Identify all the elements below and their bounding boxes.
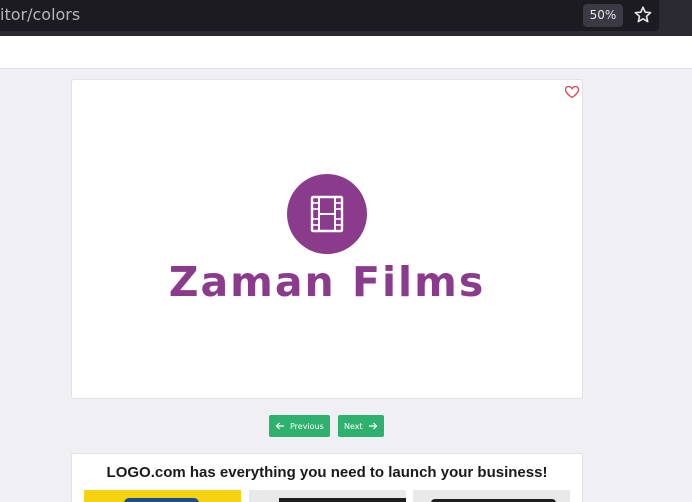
bookmark-star-icon[interactable] xyxy=(633,5,653,25)
next-button[interactable]: Next xyxy=(338,415,384,437)
logo-preview-card: Zaman Films xyxy=(71,79,583,399)
thumbnail-graphic xyxy=(124,498,199,502)
arrow-left-icon xyxy=(275,422,284,430)
promo-thumbnail[interactable] xyxy=(249,490,406,502)
film-strip-icon xyxy=(310,195,344,233)
promo-thumbnail[interactable] xyxy=(84,490,241,502)
zoom-level-badge[interactable]: 50% xyxy=(583,4,623,27)
promo-thumbnail[interactable] xyxy=(413,490,570,502)
address-bar[interactable]: itor/colors 50% xyxy=(0,0,659,31)
next-label: Next xyxy=(344,421,363,431)
previous-button[interactable]: Previous xyxy=(269,415,330,437)
address-text[interactable]: itor/colors xyxy=(0,5,80,24)
brand-name: Zaman Films xyxy=(168,258,486,306)
site-header xyxy=(0,36,692,69)
logo-emblem xyxy=(287,174,367,254)
favorite-heart-icon[interactable] xyxy=(564,84,580,100)
arrow-right-icon xyxy=(368,422,377,430)
thumbnail-graphic xyxy=(279,498,406,502)
promo-title: LOGO.com has everything you need to laun… xyxy=(106,464,548,481)
previous-label: Previous xyxy=(290,421,324,431)
browser-toolbar: itor/colors 50% xyxy=(0,0,692,36)
